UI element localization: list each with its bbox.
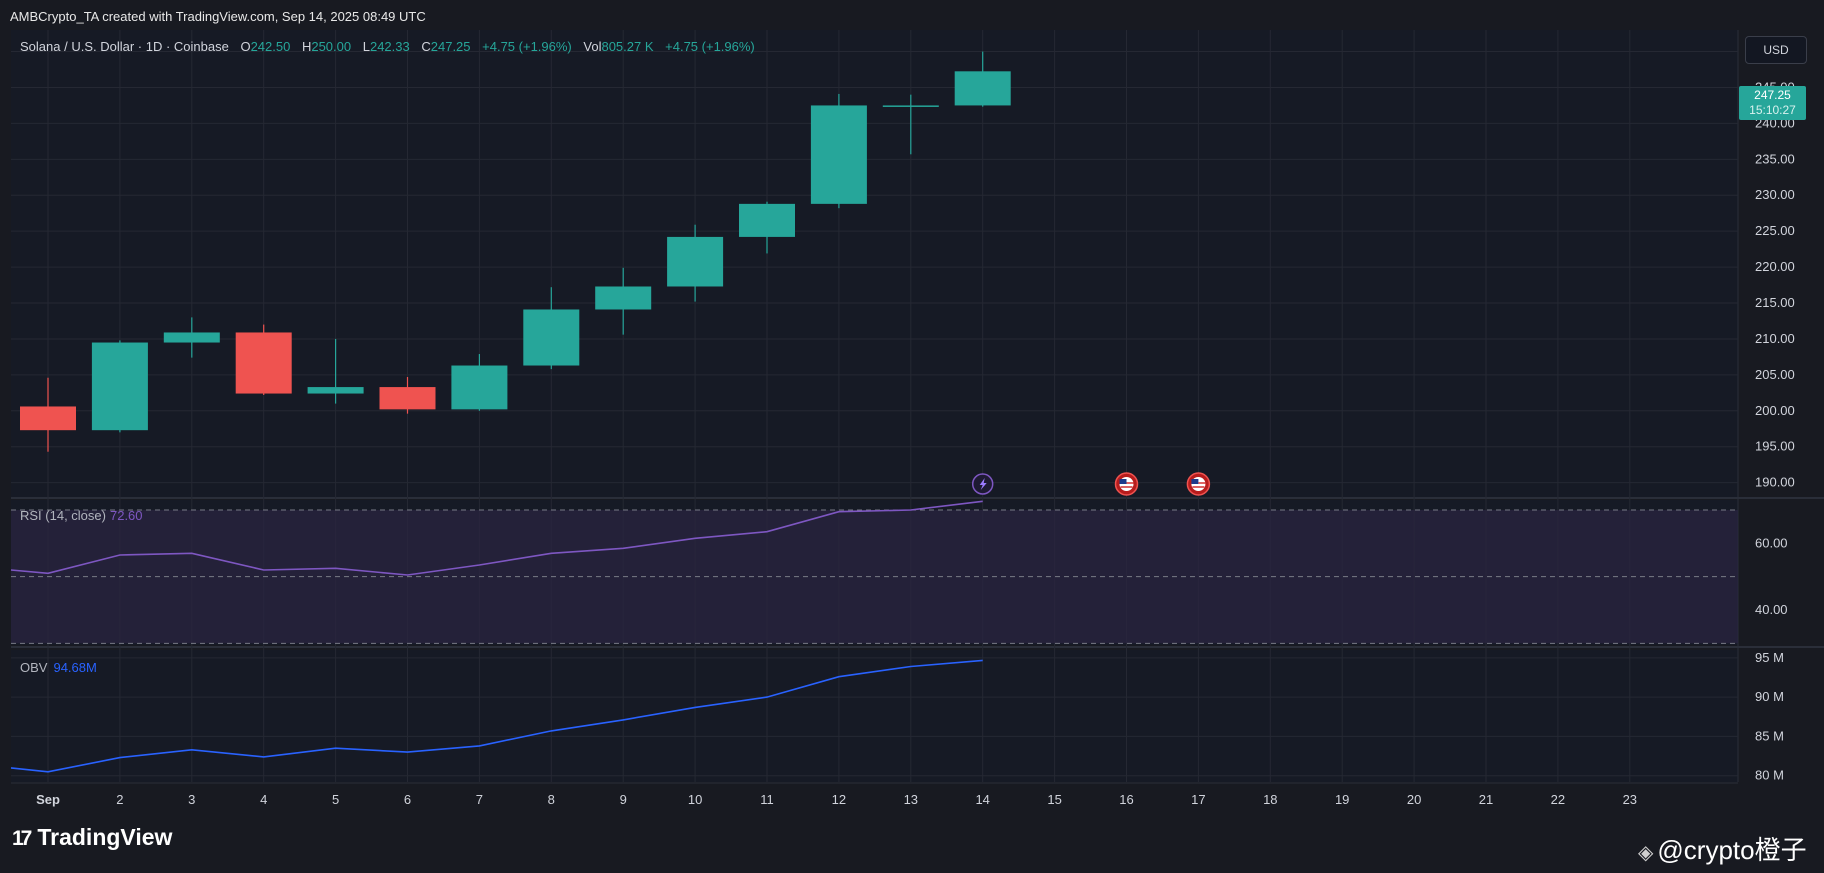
change-value: +4.75 (+1.96%) <box>482 39 572 54</box>
candle-body <box>954 71 1011 106</box>
currency-button[interactable]: USD <box>1745 36 1807 64</box>
candle-body <box>595 286 652 310</box>
time-axis-label: 17 <box>1191 792 1205 807</box>
time-axis-label: 4 <box>260 792 267 807</box>
time-axis-label: 22 <box>1551 792 1565 807</box>
low-label: L <box>362 39 370 54</box>
time-axis-label: 8 <box>548 792 555 807</box>
close-value: 247.25 <box>430 39 471 54</box>
obv-title: OBV <box>20 660 48 675</box>
time-axis-label: 16 <box>1119 792 1133 807</box>
chart-caption: AMBCrypto_TA created with TradingView.co… <box>10 9 426 24</box>
watermark: ◈ @crypto橙子 <box>1638 830 1807 867</box>
time-axis-label: 11 <box>760 792 774 807</box>
time-axis-label: 6 <box>404 792 411 807</box>
price-axis-label: 195.00 <box>1755 439 1795 454</box>
candle-body <box>307 387 364 394</box>
price-pane-bg <box>11 30 1738 497</box>
price-axis-label: 200.00 <box>1755 403 1795 418</box>
open-value: 242.50 <box>250 39 291 54</box>
time-axis-label: 3 <box>188 792 195 807</box>
chart-canvas[interactable]: Sep 2 3 4 5 6 7 8 9 10 11 12 13 14 15 16 17 18 19 20 21 22 232… <box>0 0 1824 873</box>
time-axis-label: 23 <box>1623 792 1637 807</box>
obv-axis-label: 90 M <box>1755 689 1784 704</box>
candle-body <box>235 332 292 394</box>
last-price-value: 247.25 <box>1754 88 1791 102</box>
time-axis-label: 13 <box>904 792 918 807</box>
symbol-title[interactable]: Solana / U.S. Dollar · 1D · Coinbase <box>20 39 229 54</box>
candle-body <box>523 309 580 366</box>
obv-pane-label[interactable]: OBV 94.68M <box>20 660 97 675</box>
candle-body <box>451 365 508 410</box>
obv-axis-label: 95 M <box>1755 650 1784 665</box>
time-axis-label: 9 <box>620 792 627 807</box>
volume-change-value: +4.75 (+1.96%) <box>665 39 755 54</box>
candle-body <box>667 236 724 287</box>
time-axis-label: 15 <box>1047 792 1061 807</box>
obv-axis-label: 80 M <box>1755 768 1784 783</box>
price-axis-label: 215.00 <box>1755 295 1795 310</box>
time-axis-label: 2 <box>116 792 123 807</box>
bar-countdown: 15:10:27 <box>1749 103 1796 117</box>
price-axis-label: 205.00 <box>1755 367 1795 382</box>
candle-body <box>882 105 939 107</box>
price-axis-label: 235.00 <box>1755 151 1795 166</box>
rsi-title: RSI (14, close) <box>20 508 106 523</box>
time-axis-label: 7 <box>476 792 483 807</box>
obv-axis-label: 85 M <box>1755 728 1784 743</box>
candle-body <box>91 342 148 431</box>
volume-label: Vol <box>583 39 602 54</box>
time-axis-label: 12 <box>832 792 846 807</box>
obv-pane-bg <box>11 650 1738 782</box>
us-flag-canton <box>1191 479 1199 484</box>
candle-body <box>379 387 436 410</box>
tradingview-logo-text: TradingView <box>37 824 173 850</box>
price-axis-label: 210.00 <box>1755 331 1795 346</box>
candle-body <box>810 105 867 204</box>
time-axis-label: 19 <box>1335 792 1349 807</box>
high-value: 250.00 <box>311 39 352 54</box>
last-price-tag: 247.25 15:10:27 <box>1739 86 1806 120</box>
tradingview-logo-icon: 17 <box>12 827 32 850</box>
candle-body <box>163 332 220 343</box>
price-axis-label: 225.00 <box>1755 223 1795 238</box>
volume-value: 805.27 K <box>601 39 654 54</box>
open-label: O <box>240 39 251 54</box>
low-value: 242.33 <box>369 39 410 54</box>
time-axis-label: 5 <box>332 792 339 807</box>
binance-diamond-icon: ◈ <box>1638 842 1654 864</box>
rsi-value: 72.60 <box>109 508 143 523</box>
close-label: C <box>421 39 431 54</box>
candle-body <box>20 406 76 431</box>
time-axis-label: 18 <box>1263 792 1277 807</box>
tradingview-logo[interactable]: 17 TradingView <box>12 824 172 851</box>
time-axis-label: 20 <box>1407 792 1421 807</box>
rsi-axis-label: 40.00 <box>1755 602 1788 617</box>
price-axis-label: 190.00 <box>1755 475 1795 490</box>
watermark-text: @crypto橙子 <box>1657 835 1807 865</box>
symbol-legend: Solana / U.S. Dollar · 1D · Coinbase O24… <box>20 39 755 54</box>
us-flag-canton <box>1119 479 1127 484</box>
rsi-axis-label: 60.00 <box>1755 535 1788 550</box>
obv-value: 94.68M <box>53 660 97 675</box>
price-axis-label: 230.00 <box>1755 187 1795 202</box>
time-axis-label: 14 <box>975 792 989 807</box>
rsi-pane-label[interactable]: RSI (14, close) 72.60 <box>20 508 143 523</box>
price-axis-label: 220.00 <box>1755 259 1795 274</box>
time-axis-label: Sep <box>36 792 60 807</box>
high-label: H <box>301 39 312 54</box>
time-axis-label: 21 <box>1479 792 1493 807</box>
time-axis-label: 10 <box>688 792 702 807</box>
candle-body <box>739 203 795 237</box>
